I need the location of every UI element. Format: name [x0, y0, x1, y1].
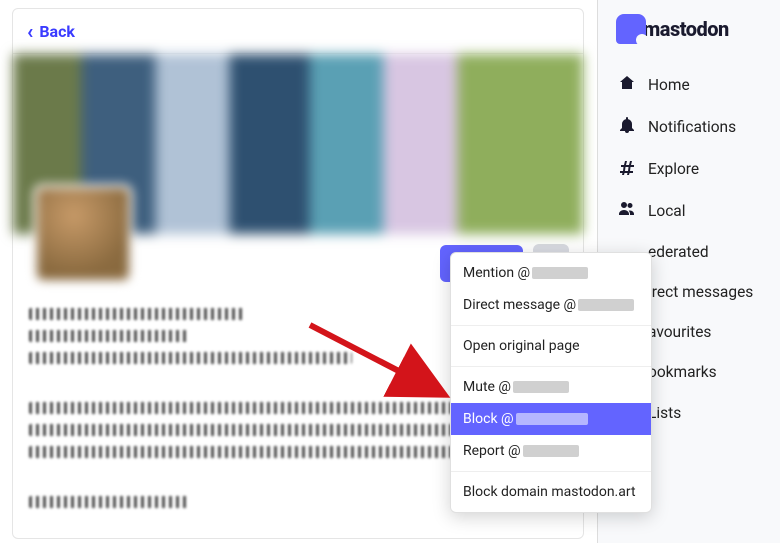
redacted-username	[578, 299, 634, 311]
divider	[451, 471, 651, 472]
nav-federated-label: ederated	[648, 243, 709, 261]
menu-report[interactable]: Report @	[451, 435, 651, 467]
back-button[interactable]: ‹ Back	[13, 9, 583, 54]
nav-notifications-label: Notifications	[648, 118, 736, 136]
home-icon	[618, 75, 636, 95]
divider	[451, 325, 651, 326]
menu-report-label: Report @	[463, 443, 521, 459]
nav-home-label: Home	[648, 76, 690, 94]
profile-more-dropdown: Mention @ Direct message @ Open original…	[450, 252, 652, 513]
nav-notifications[interactable]: Notifications	[598, 106, 780, 148]
menu-mention-label: Mention @	[463, 265, 530, 281]
mastodon-logo-text: mastodon	[652, 17, 729, 41]
nav-dm-label: irect messages	[648, 283, 753, 301]
menu-mention[interactable]: Mention @	[451, 257, 651, 289]
bell-icon	[618, 117, 636, 137]
nav-explore-label: Explore	[648, 160, 699, 178]
nav-home[interactable]: Home	[598, 64, 780, 106]
hashtag-icon	[618, 159, 636, 179]
mastodon-logo[interactable]: mastodon	[598, 10, 780, 64]
banner-wrap	[13, 54, 583, 234]
menu-mute-label: Mute @	[463, 379, 511, 395]
menu-block-domain-label: Block domain mastodon.art	[463, 484, 636, 500]
nav-explore[interactable]: Explore	[598, 148, 780, 190]
nav-local[interactable]: Local	[598, 190, 780, 232]
divider	[451, 366, 651, 367]
redacted-username	[513, 381, 569, 393]
redacted-username	[523, 445, 579, 457]
nav-bookmarks-label: ookmarks	[648, 363, 717, 381]
chevron-left-icon: ‹	[27, 19, 33, 43]
back-label: Back	[39, 22, 75, 41]
mastodon-logo-icon	[616, 14, 646, 44]
nav-lists-label: Lists	[648, 404, 681, 422]
users-icon	[618, 201, 636, 221]
menu-block[interactable]: Block @	[451, 403, 651, 435]
menu-mute[interactable]: Mute @	[451, 371, 651, 403]
menu-block-label: Block @	[463, 411, 514, 427]
menu-open-original[interactable]: Open original page	[451, 330, 651, 362]
nav-local-label: Local	[648, 202, 686, 220]
menu-direct-message[interactable]: Direct message @	[451, 289, 651, 321]
nav-favourites-label: avourites	[648, 323, 711, 341]
avatar[interactable]	[33, 184, 133, 284]
redacted-username	[532, 267, 588, 279]
menu-dm-label: Direct message @	[463, 297, 576, 313]
redacted-username	[516, 413, 588, 425]
menu-block-domain[interactable]: Block domain mastodon.art	[451, 476, 651, 508]
menu-open-original-label: Open original page	[463, 338, 580, 354]
